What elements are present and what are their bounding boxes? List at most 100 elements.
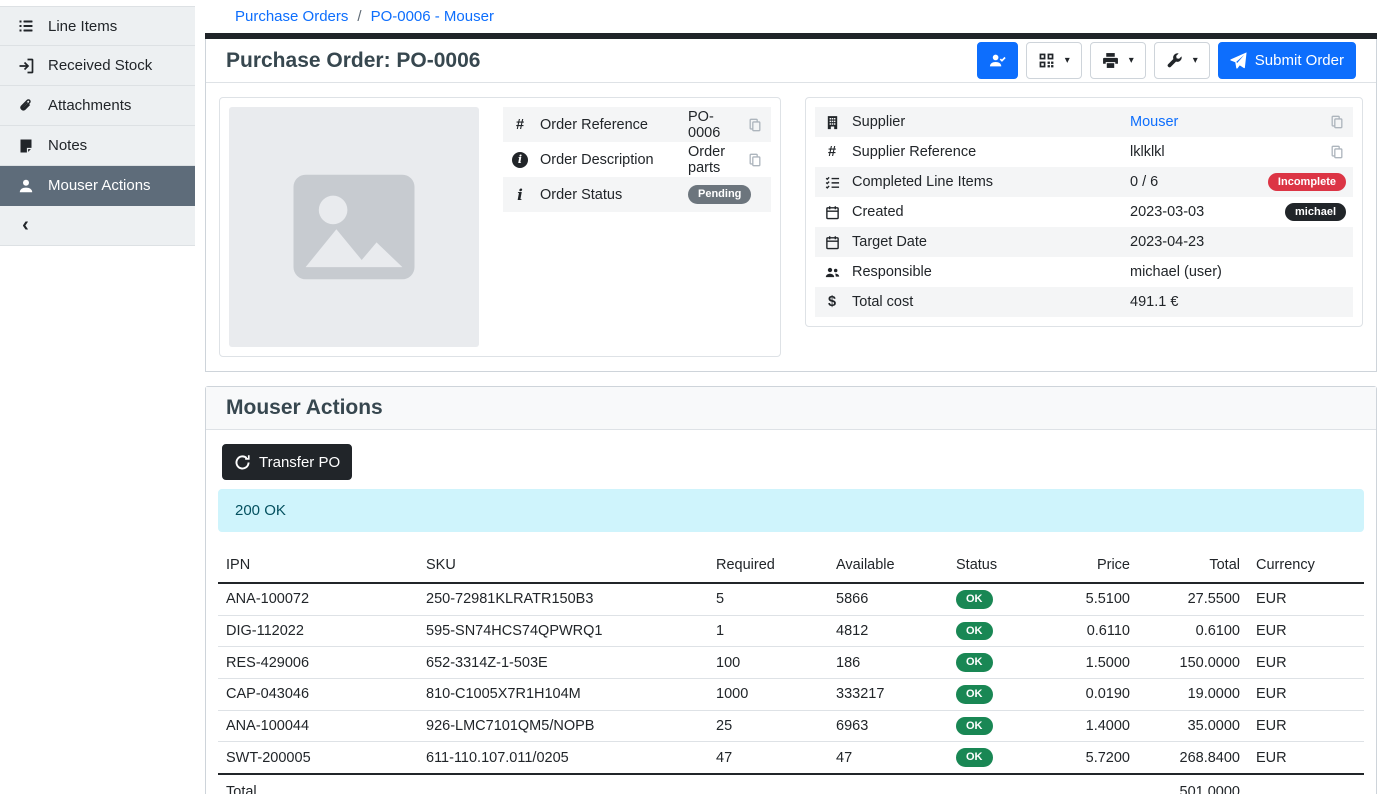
- cell-required: 1: [708, 615, 828, 647]
- order-image-placeholder[interactable]: [229, 107, 479, 347]
- cell-sku: 652-3314Z-1-503E: [418, 647, 708, 679]
- users-icon: [822, 265, 842, 280]
- purchase-order-panel-body: # Order Reference PO-0006 i Order Descri…: [206, 83, 1376, 371]
- order-details-card: # Order Reference PO-0006 i Order Descri…: [219, 97, 781, 357]
- detail-row-supplier-reference: # Supplier Reference lklklkl: [815, 137, 1353, 167]
- sign-in-icon: [16, 57, 35, 75]
- detail-row-created: Created 2023-03-03 michael: [815, 197, 1353, 227]
- cell-total: 19.0000: [1138, 678, 1248, 710]
- cell-status: OK: [948, 647, 1048, 679]
- status-ok-badge: OK: [956, 717, 993, 736]
- list-icon: [16, 17, 35, 35]
- cell-total: 150.0000: [1138, 647, 1248, 679]
- submit-order-button[interactable]: Submit Order: [1218, 42, 1356, 79]
- sidebar-item-line-items[interactable]: Line Items: [0, 6, 195, 46]
- col-header-total: Total: [1138, 552, 1248, 583]
- parts-table-header: IPN SKU Required Available Status Price …: [218, 552, 1364, 583]
- copy-button[interactable]: [1328, 115, 1346, 129]
- detail-row-order-status: i Order Status Pending: [503, 177, 771, 212]
- detail-value: michael (user): [1130, 264, 1346, 280]
- supplier-details-card: Supplier Mouser # Supplier Reference lkl…: [805, 97, 1363, 327]
- cell-currency: EUR: [1248, 678, 1364, 710]
- detail-label: Supplier: [852, 114, 1120, 130]
- status-ok-badge: OK: [956, 622, 993, 641]
- sidebar-collapse-button[interactable]: ‹: [0, 206, 195, 246]
- table-row[interactable]: ANA-100072 250-72981KLRATR150B3 5 5866 O…: [218, 583, 1364, 615]
- detail-row-target-date: Target Date 2023-04-23: [815, 227, 1353, 257]
- cell-sku: 926-LMC7101QM5/NOPB: [418, 710, 708, 742]
- col-header-available: Available: [828, 552, 948, 583]
- col-header-price: Price: [1048, 552, 1138, 583]
- breadcrumb-separator: /: [357, 8, 361, 25]
- cell-total: 0.6100: [1138, 615, 1248, 647]
- info-icon: i: [510, 186, 530, 204]
- detail-row-completed-line-items: Completed Line Items 0 / 6 Incomplete: [815, 167, 1353, 197]
- chevron-down-icon: ▾: [1129, 55, 1134, 66]
- sidebar-item-notes[interactable]: Notes: [0, 126, 195, 166]
- cell-price: 1.5000: [1048, 647, 1138, 679]
- incomplete-badge: Incomplete: [1268, 173, 1346, 192]
- cell-price: 0.6110: [1048, 615, 1138, 647]
- user-check-icon: [989, 52, 1006, 69]
- table-row[interactable]: CAP-043046 810-C1005X7R1H104M 1000 33321…: [218, 678, 1364, 710]
- cell-available: 5866: [828, 583, 948, 615]
- paper-plane-icon: [1230, 52, 1247, 69]
- detail-label: Supplier Reference: [852, 144, 1120, 160]
- cell-available: 4812: [828, 615, 948, 647]
- cell-sku: 611-110.107.011/0205: [418, 742, 708, 774]
- cell-price: 1.4000: [1048, 710, 1138, 742]
- cell-available: 6963: [828, 710, 948, 742]
- order-details-table: # Order Reference PO-0006 i Order Descri…: [503, 107, 771, 347]
- copy-button[interactable]: [1328, 145, 1346, 159]
- transfer-po-label: Transfer PO: [259, 454, 340, 471]
- order-toolbar: ▾ ▾ ▾: [977, 42, 1356, 79]
- table-row[interactable]: RES-429006 652-3314Z-1-503E 100 186 OK 1…: [218, 647, 1364, 679]
- sidebar-item-attachments[interactable]: Attachments: [0, 86, 195, 126]
- sidebar-item-label: Mouser Actions: [48, 177, 151, 194]
- purchase-order-panel: Purchase Order: PO-0006 ▾: [205, 39, 1377, 372]
- table-row[interactable]: SWT-200005 611-110.107.011/0205 47 47 OK…: [218, 742, 1364, 774]
- table-row[interactable]: DIG-112022 595-SN74HCS74QPWRQ1 1 4812 OK…: [218, 615, 1364, 647]
- transfer-po-button[interactable]: Transfer PO: [222, 444, 352, 480]
- cell-currency: EUR: [1248, 742, 1364, 774]
- cell-required: 47: [708, 742, 828, 774]
- copy-button[interactable]: [746, 118, 764, 132]
- detail-value: Pending: [688, 185, 764, 204]
- col-header-currency: Currency: [1248, 552, 1364, 583]
- detail-label: Order Description: [540, 152, 678, 168]
- status-ok-badge: OK: [956, 748, 993, 767]
- supplier-link[interactable]: Mouser: [1130, 114, 1178, 130]
- detail-value: 0 / 6: [1130, 174, 1258, 190]
- order-actions-button[interactable]: ▾: [1154, 42, 1210, 79]
- detail-value: Order parts: [688, 144, 736, 176]
- cell-price: 5.5100: [1048, 583, 1138, 615]
- breadcrumb-link-purchase-orders[interactable]: Purchase Orders: [235, 8, 348, 25]
- detail-label: Responsible: [852, 264, 1120, 280]
- table-row[interactable]: ANA-100044 926-LMC7101QM5/NOPB 25 6963 O…: [218, 710, 1364, 742]
- barcode-actions-button[interactable]: ▾: [1026, 42, 1082, 79]
- breadcrumb: Purchase Orders / PO-0006 - Mouser: [205, 0, 1377, 33]
- detail-value: Mouser: [1130, 114, 1318, 130]
- copy-button[interactable]: [746, 153, 764, 167]
- cell-sku: 250-72981KLRATR150B3: [418, 583, 708, 615]
- col-header-status: Status: [948, 552, 1048, 583]
- issue-order-button[interactable]: [977, 42, 1018, 79]
- list-check-icon: [822, 175, 842, 190]
- mouser-actions-panel: Mouser Actions Transfer PO 200 OK: [205, 386, 1377, 794]
- qrcode-icon: [1038, 52, 1055, 69]
- cell-status: OK: [948, 583, 1048, 615]
- sidebar-item-label: Received Stock: [48, 57, 152, 74]
- cell-ipn: RES-429006: [218, 647, 418, 679]
- cell-total: 35.0000: [1138, 710, 1248, 742]
- print-actions-button[interactable]: ▾: [1090, 42, 1146, 79]
- sidebar-item-mouser-actions[interactable]: Mouser Actions: [0, 166, 195, 206]
- detail-row-order-description: i Order Description Order parts: [503, 142, 771, 177]
- hash-icon: #: [822, 144, 842, 160]
- breadcrumb-link-po-0006[interactable]: PO-0006 - Mouser: [371, 8, 494, 25]
- cell-ipn: DIG-112022: [218, 615, 418, 647]
- detail-row-responsible: Responsible michael (user): [815, 257, 1353, 287]
- status-ok-badge: OK: [956, 590, 993, 609]
- parts-table: IPN SKU Required Available Status Price …: [218, 552, 1364, 794]
- sidebar-item-received-stock[interactable]: Received Stock: [0, 46, 195, 86]
- status-ok-badge: OK: [956, 685, 993, 704]
